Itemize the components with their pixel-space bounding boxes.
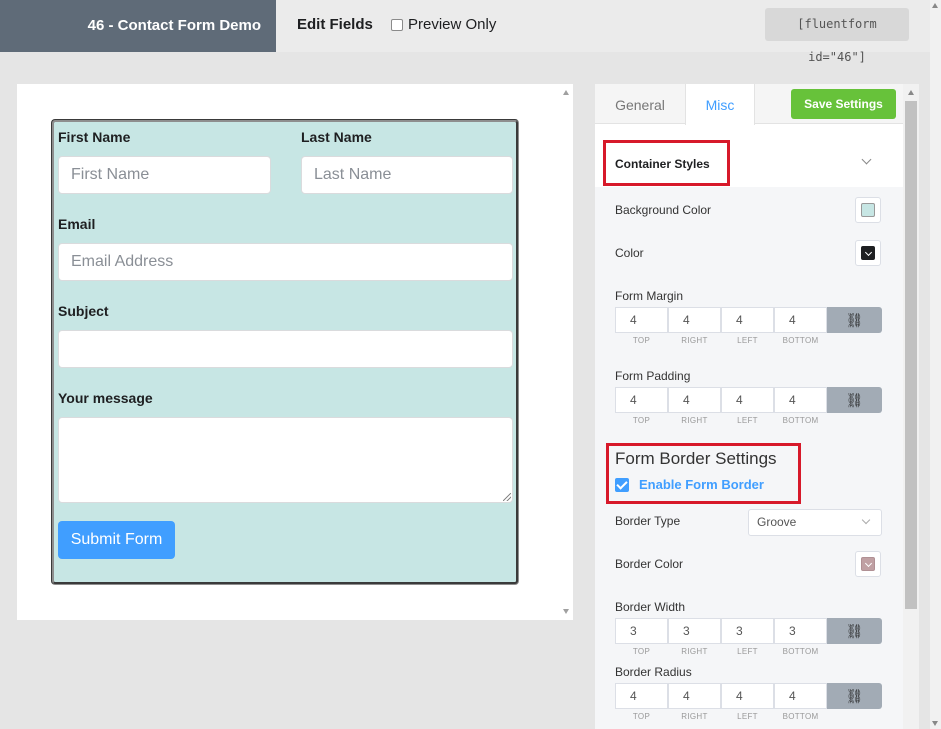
- border-type-select[interactable]: Groove: [748, 509, 882, 536]
- scroll-up-icon[interactable]: [932, 3, 938, 8]
- caption-right: RIGHT: [681, 336, 708, 345]
- scroll-up-icon[interactable]: [563, 90, 569, 95]
- color-swatch: [861, 246, 875, 260]
- form-container: First Name First Name Last Name Last Nam…: [51, 119, 519, 585]
- scrollbar-thumb[interactable]: [905, 101, 917, 609]
- border-radius-top-input[interactable]: 4: [615, 683, 668, 709]
- background-color-picker[interactable]: [855, 197, 881, 223]
- form-margin-controls: 4 4 4 4 ⛓ TOP RIGHT LEFT BOTTOM: [615, 307, 882, 345]
- padding-top-input[interactable]: 4: [615, 387, 668, 413]
- form-border-settings-title: Form Border Settings: [615, 449, 777, 468]
- settings-tabs: General Misc Save Settings: [595, 84, 903, 125]
- border-radius-label: Border Radius: [615, 665, 692, 679]
- margin-right-input[interactable]: 4: [668, 307, 721, 333]
- border-width-controls: 3 3 3 3 ⛓ TOP RIGHT LEFT BOTTOM: [615, 618, 882, 656]
- border-width-left-input[interactable]: 3: [721, 618, 774, 644]
- caption-top: TOP: [632, 416, 651, 425]
- color-label: Color: [615, 246, 644, 260]
- last-name-input[interactable]: Last Name: [301, 156, 513, 194]
- enable-form-border-toggle[interactable]: Enable Form Border: [615, 477, 764, 492]
- subject-label: Subject: [58, 303, 109, 319]
- border-color-label: Border Color: [615, 557, 684, 571]
- scroll-down-icon[interactable]: [932, 721, 938, 726]
- preview-scrollbar[interactable]: [559, 84, 573, 620]
- color-picker[interactable]: [855, 240, 881, 266]
- border-width-label: Border Width: [615, 600, 686, 614]
- shortcode-display[interactable]: [fluentform id="46"]: [765, 8, 909, 64]
- margin-top-input[interactable]: 4: [615, 307, 668, 333]
- submit-form-button[interactable]: Submit Form: [58, 521, 175, 559]
- caption-bottom: BOTTOM: [782, 647, 819, 656]
- padding-right-input[interactable]: 4: [668, 387, 721, 413]
- top-bar: 46 - Contact Form Demo Edit Fields Previ…: [0, 0, 930, 64]
- message-label: Your message: [58, 390, 153, 406]
- chevron-down-icon: [864, 559, 873, 568]
- border-type-value: Groove: [757, 515, 797, 529]
- caption-left: LEFT: [737, 416, 758, 425]
- caption-right: RIGHT: [681, 712, 708, 721]
- border-radius-bottom-input[interactable]: 4: [774, 683, 827, 709]
- caption-top: TOP: [632, 336, 651, 345]
- form-margin-label: Form Margin: [615, 289, 684, 303]
- link-icon[interactable]: ⛓: [827, 307, 882, 333]
- first-name-input[interactable]: First Name: [58, 156, 271, 194]
- border-color-swatch: [861, 557, 875, 571]
- border-width-bottom-input[interactable]: 3: [774, 618, 827, 644]
- resize-handle-icon[interactable]: [503, 493, 511, 501]
- settings-panel: General Misc Save Settings Container Sty…: [595, 84, 919, 729]
- subject-input[interactable]: [58, 330, 513, 368]
- border-type-label: Border Type: [615, 514, 681, 528]
- chevron-down-icon: [861, 515, 871, 525]
- margin-left-input[interactable]: 4: [721, 307, 774, 333]
- preview-only-label: Preview Only: [408, 16, 497, 33]
- border-width-right-input[interactable]: 3: [668, 618, 721, 644]
- caption-top: TOP: [632, 647, 651, 656]
- link-icon[interactable]: ⛓: [827, 618, 882, 644]
- caption-left: LEFT: [737, 647, 758, 656]
- caption-top: TOP: [632, 712, 651, 721]
- link-icon[interactable]: ⛓: [827, 683, 882, 709]
- background-color-label: Background Color: [615, 203, 712, 217]
- border-radius-controls: 4 4 4 4 ⛓ TOP RIGHT LEFT BOTTOM: [615, 683, 882, 721]
- page-scrollbar[interactable]: [930, 0, 941, 729]
- message-textarea[interactable]: [58, 417, 513, 503]
- edit-fields-link[interactable]: Edit Fields: [297, 16, 373, 33]
- form-padding-controls: 4 4 4 4 ⛓ TOP RIGHT LEFT BOTTOM: [615, 387, 882, 425]
- highlight-box: [603, 140, 730, 186]
- caption-right: RIGHT: [681, 416, 708, 425]
- last-name-label: Last Name: [301, 129, 372, 145]
- scroll-down-icon[interactable]: [563, 609, 569, 614]
- settings-scrollbar[interactable]: [903, 84, 919, 729]
- background-color-swatch: [861, 203, 875, 217]
- border-radius-right-input[interactable]: 4: [668, 683, 721, 709]
- margin-bottom-input[interactable]: 4: [774, 307, 827, 333]
- caption-bottom: BOTTOM: [782, 336, 819, 345]
- scroll-up-icon[interactable]: [908, 90, 914, 95]
- save-settings-button[interactable]: Save Settings: [791, 89, 896, 119]
- first-name-label: First Name: [58, 129, 131, 145]
- tab-misc[interactable]: Misc: [685, 84, 755, 125]
- caption-left: LEFT: [737, 336, 758, 345]
- border-radius-left-input[interactable]: 4: [721, 683, 774, 709]
- caption-right: RIGHT: [681, 647, 708, 656]
- form-preview-pane: First Name First Name Last Name Last Nam…: [17, 84, 573, 620]
- padding-left-input[interactable]: 4: [721, 387, 774, 413]
- email-label: Email: [58, 216, 96, 232]
- caption-bottom: BOTTOM: [782, 712, 819, 721]
- border-width-top-input[interactable]: 3: [615, 618, 668, 644]
- chevron-down-icon: [864, 248, 873, 257]
- link-icon[interactable]: ⛓: [827, 387, 882, 413]
- enable-form-border-label: Enable Form Border: [639, 477, 764, 492]
- form-title: 46 - Contact Form Demo: [0, 0, 276, 52]
- caption-left: LEFT: [737, 712, 758, 721]
- tab-general[interactable]: General: [595, 84, 685, 124]
- border-color-picker[interactable]: [855, 551, 881, 577]
- form-padding-label: Form Padding: [615, 369, 691, 383]
- email-input[interactable]: Email Address: [58, 243, 513, 281]
- preview-only-checkbox[interactable]: [391, 18, 403, 31]
- enable-form-border-checkbox[interactable]: [615, 477, 629, 492]
- padding-bottom-input[interactable]: 4: [774, 387, 827, 413]
- caption-bottom: BOTTOM: [782, 416, 819, 425]
- preview-only-toggle[interactable]: Preview Only: [391, 16, 496, 33]
